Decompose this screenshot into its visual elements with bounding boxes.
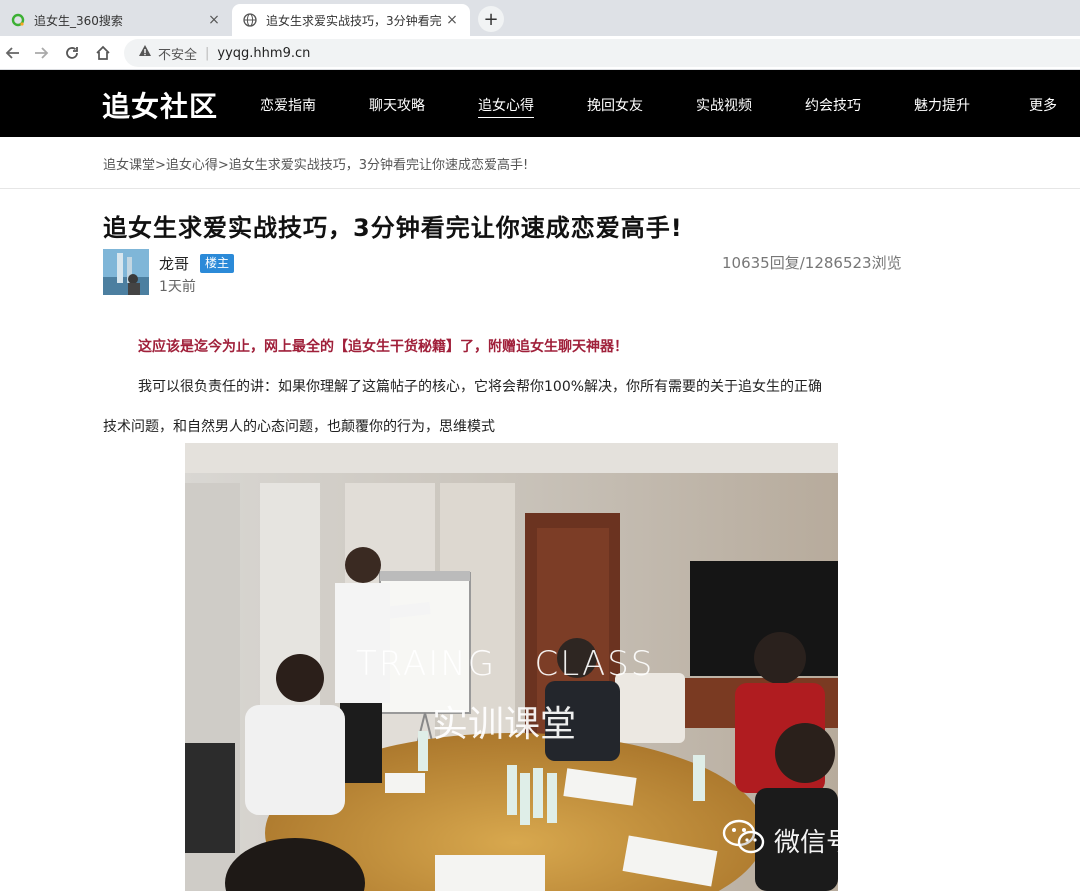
nav-item-win-back[interactable]: 挽回女友 bbox=[587, 95, 643, 115]
image-caption-english: TRAING CLASS bbox=[356, 644, 655, 684]
tab-search[interactable]: 追女生_360搜索 × bbox=[0, 4, 232, 36]
image-caption-chinese: 实训课堂 bbox=[432, 704, 577, 745]
divider bbox=[0, 188, 1080, 189]
nav-item-charm[interactable]: 魅力提升 bbox=[914, 95, 970, 115]
tab-article[interactable]: 追女生求爱实战技巧，3分钟看完 × bbox=[232, 4, 470, 36]
security-label[interactable]: 不安全 bbox=[158, 44, 197, 63]
body-paragraph: 我可以很负责任的讲：如果你理解了这篇帖子的核心，它将会帮你100%解决，你所有需… bbox=[138, 379, 823, 395]
360-search-icon bbox=[10, 12, 26, 28]
address-divider: | bbox=[205, 45, 210, 61]
browser-tabstrip: 追女生_360搜索 × 追女生求爱实战技巧，3分钟看完 × + bbox=[0, 0, 1080, 36]
address-bar[interactable]: 不安全 | yyqg.hhm9.cn bbox=[124, 39, 1080, 67]
nav-item-chat-tips[interactable]: 聊天攻略 bbox=[369, 95, 425, 115]
url-text[interactable]: yyqg.hhm9.cn bbox=[217, 46, 310, 61]
wechat-icon bbox=[722, 818, 766, 863]
site-header: 追女社区 恋爱指南 聊天攻略 追女心得 挽回女友 实战视频 约会技巧 魅力提升 … bbox=[0, 70, 1080, 137]
forward-icon[interactable] bbox=[30, 42, 52, 64]
tab-close-icon[interactable]: × bbox=[206, 12, 222, 28]
nav-item-dating[interactable]: 约会技巧 bbox=[805, 95, 861, 115]
tab-title: 追女生_360搜索 bbox=[34, 13, 123, 28]
watermark-text: 微信号: mcbang_com bbox=[774, 828, 1043, 858]
post-time: 1天前 bbox=[159, 279, 196, 295]
body-paragraph-continued: 技术问题，和自然男人的心态问题，也颠覆你的行为，思维模式 bbox=[103, 419, 495, 435]
new-tab-button[interactable]: + bbox=[478, 6, 504, 32]
home-icon[interactable] bbox=[92, 42, 114, 64]
page-title: 追女生求爱实战技巧，3分钟看完让你速成恋爱高手! bbox=[103, 214, 683, 242]
tab-title: 追女生求爱实战技巧，3分钟看完 bbox=[266, 13, 442, 28]
browser-toolbar: 不安全 | yyqg.hhm9.cn bbox=[0, 36, 1080, 70]
op-badge: 楼主 bbox=[200, 254, 235, 273]
highlight-paragraph: 这应该是迄今为止，网上最全的【追女生干货秘籍】了，附赠追女生聊天神器！ bbox=[138, 339, 628, 355]
globe-icon bbox=[242, 12, 258, 28]
tab-close-icon[interactable]: × bbox=[444, 12, 460, 28]
back-icon[interactable] bbox=[2, 42, 24, 64]
author-name[interactable]: 龙哥 bbox=[159, 253, 189, 274]
warning-icon[interactable] bbox=[138, 44, 152, 62]
nav-item-more[interactable]: 更多 bbox=[1029, 95, 1057, 115]
nav-item-love-guide[interactable]: 恋爱指南 bbox=[260, 95, 316, 115]
reply-view-stats: 10635回复/1286523浏览 bbox=[722, 254, 902, 272]
breadcrumb[interactable]: 追女课堂>追女心得>追女生求爱实战技巧，3分钟看完让你速成恋爱高手! bbox=[103, 154, 528, 173]
site-logo[interactable]: 追女社区 bbox=[102, 85, 218, 125]
avatar[interactable] bbox=[103, 249, 149, 295]
nav-item-experience[interactable]: 追女心得 bbox=[478, 95, 534, 118]
watermark: 微信号: mcbang_com bbox=[722, 818, 1043, 863]
reload-icon[interactable] bbox=[61, 42, 83, 64]
nav-item-videos[interactable]: 实战视频 bbox=[696, 95, 752, 115]
